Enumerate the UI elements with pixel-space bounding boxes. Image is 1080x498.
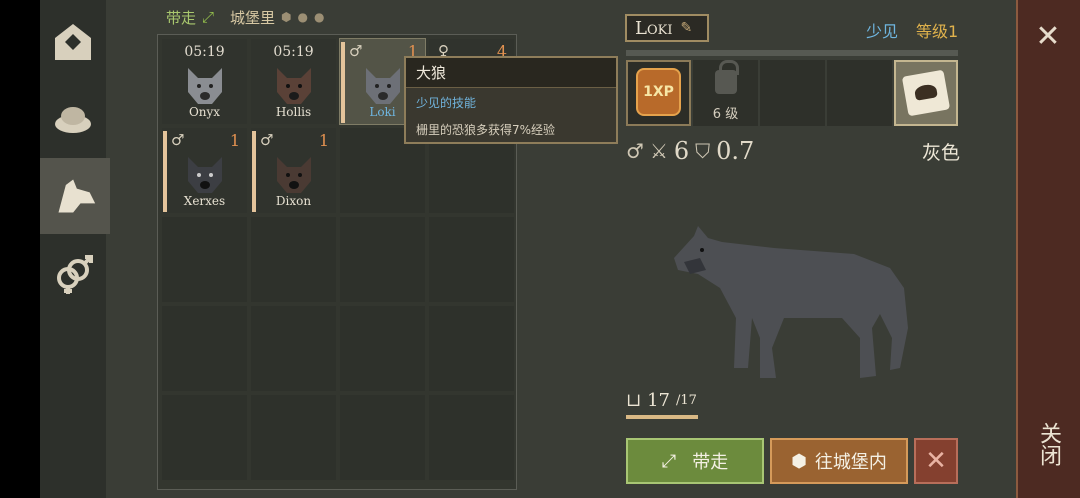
wolf-slot-onyx[interactable]: 05:19 Onyx bbox=[162, 39, 247, 124]
fur-color-label: 灰色 bbox=[922, 142, 961, 164]
empty-slot[interactable] bbox=[162, 395, 247, 480]
wolf-portrait-icon bbox=[365, 68, 400, 104]
slot-name: Onyx bbox=[188, 105, 221, 119]
empty-slot[interactable] bbox=[251, 395, 336, 480]
food-max: /17 bbox=[676, 393, 697, 408]
male-icon: ♂ bbox=[171, 131, 185, 149]
wolf-head-icon bbox=[53, 174, 97, 218]
slot-timer: 05:19 bbox=[184, 44, 225, 60]
skill-tooltip: 大狼 少见的技能 栅里的恐狼多获得7%经验 bbox=[404, 56, 618, 144]
male-icon: ♂ bbox=[349, 42, 363, 60]
slot-name: Hollis bbox=[275, 105, 312, 119]
slot-level: 1 bbox=[318, 131, 329, 150]
rename-feather-icon: ✎ bbox=[680, 20, 693, 36]
lock-icon bbox=[715, 60, 739, 94]
sidebar bbox=[40, 0, 110, 498]
empty-slot[interactable] bbox=[429, 306, 514, 391]
wolf-name: Loki bbox=[635, 17, 673, 39]
xp-boost-icon: 1XP bbox=[636, 68, 681, 116]
release-button[interactable]: ✕ bbox=[914, 438, 958, 484]
tooltip-rarity: 少见的技能 bbox=[416, 96, 477, 110]
unlock-level-label: 6 级 bbox=[712, 107, 739, 122]
tooltip-description: 栅里的恐狼多获得7%经验 bbox=[416, 123, 556, 137]
wolf-portrait-icon bbox=[187, 157, 222, 193]
empty-slot[interactable] bbox=[429, 217, 514, 302]
food-bowl-icon: ⊔ bbox=[626, 390, 642, 411]
close-icon: ✕ bbox=[925, 446, 947, 476]
take-arrow-icon: ⤢ bbox=[661, 450, 677, 472]
sidebar-breeding-button[interactable] bbox=[40, 236, 106, 312]
skill-slots: 1XP 6 级 bbox=[626, 60, 958, 126]
defense-value: 0.7 bbox=[716, 137, 755, 165]
gender-symbols-icon bbox=[51, 252, 95, 296]
skill-slot-empty-2[interactable] bbox=[827, 60, 892, 126]
food-counter: ⊔ 17 /17 bbox=[626, 390, 697, 411]
close-label[interactable]: 关闭 bbox=[1030, 422, 1064, 466]
slot-level: 1 bbox=[229, 131, 240, 150]
wolf-name-box[interactable]: Loki ✎ bbox=[625, 14, 709, 42]
defense-icon: ⛉ bbox=[695, 139, 711, 163]
level-label: 等级1 bbox=[916, 22, 959, 41]
castle-icon bbox=[51, 20, 95, 64]
lock-mini-icon: ● bbox=[297, 10, 309, 24]
food-value: 17 bbox=[647, 390, 670, 411]
take-button-label: 带走 bbox=[692, 452, 729, 473]
food-bowl-icon bbox=[51, 96, 95, 140]
castle-icon: ⬢ bbox=[791, 450, 807, 472]
take-label: 带走 bbox=[166, 8, 197, 27]
sidebar-wolves-button[interactable] bbox=[40, 158, 110, 234]
empty-slot[interactable] bbox=[162, 217, 247, 302]
empty-slot[interactable] bbox=[251, 306, 336, 391]
empty-slot[interactable] bbox=[162, 306, 247, 391]
castle-mini-icon: ⬢ bbox=[281, 10, 292, 24]
close-icon[interactable]: ✕ bbox=[1030, 18, 1066, 54]
slot-timer: 05:19 bbox=[273, 44, 314, 60]
slot-name: Xerxes bbox=[183, 194, 226, 208]
skill-slot-locked[interactable]: 6 级 bbox=[693, 60, 758, 126]
to-castle-button[interactable]: ⬢ 往城堡内 bbox=[770, 438, 908, 484]
slot-name: Dixon bbox=[275, 194, 312, 208]
wolf-slot-hollis[interactable]: 05:19 Hollis bbox=[251, 39, 336, 124]
wolf-portrait-icon bbox=[276, 157, 311, 193]
wolf-book-button[interactable] bbox=[894, 60, 958, 126]
xp-progress-bar bbox=[626, 50, 958, 56]
empty-slot[interactable] bbox=[429, 395, 514, 480]
wolf-portrait-icon bbox=[276, 68, 311, 104]
empty-slot[interactable] bbox=[340, 306, 425, 391]
attack-value: 6 bbox=[673, 137, 690, 165]
attack-icon: ⚔ bbox=[649, 139, 668, 163]
tooltip-title: 大狼 bbox=[406, 58, 616, 88]
wolf-slot-xerxes[interactable]: ♂ 1 Xerxes bbox=[162, 128, 247, 213]
wolf-stats: ♂ ⚔ 6 ⛉ 0.7 bbox=[626, 136, 754, 166]
empty-slot[interactable] bbox=[251, 217, 336, 302]
empty-slot[interactable] bbox=[340, 217, 425, 302]
food-bar bbox=[626, 415, 698, 419]
take-button[interactable]: ⤢ 带走 bbox=[626, 438, 764, 484]
wolf-portrait-icon bbox=[187, 68, 222, 104]
lock-mini-icon-2: ● bbox=[314, 10, 325, 24]
empty-slot[interactable] bbox=[340, 395, 425, 480]
to-castle-label: 往城堡内 bbox=[814, 452, 887, 473]
book-icon bbox=[901, 69, 951, 117]
sidebar-castle-button[interactable] bbox=[40, 4, 106, 80]
male-icon: ♂ bbox=[626, 139, 644, 163]
male-icon: ♂ bbox=[260, 131, 274, 149]
take-arrow-icon: ⤢ bbox=[202, 8, 215, 26]
wolf-preview-image bbox=[674, 226, 908, 378]
castle-label: 城堡里 bbox=[230, 8, 276, 27]
skill-slot-xp[interactable]: 1XP bbox=[626, 60, 691, 126]
skill-slot-empty[interactable] bbox=[760, 60, 825, 126]
rarity-label: 少见 bbox=[866, 22, 899, 41]
wolf-slot-dixon[interactable]: ♂ 1 Dixon bbox=[251, 128, 336, 213]
filter-labels: 带走 ⤢ 城堡里 ⬢ ● ● bbox=[166, 6, 325, 28]
sidebar-food-button[interactable] bbox=[40, 80, 106, 156]
